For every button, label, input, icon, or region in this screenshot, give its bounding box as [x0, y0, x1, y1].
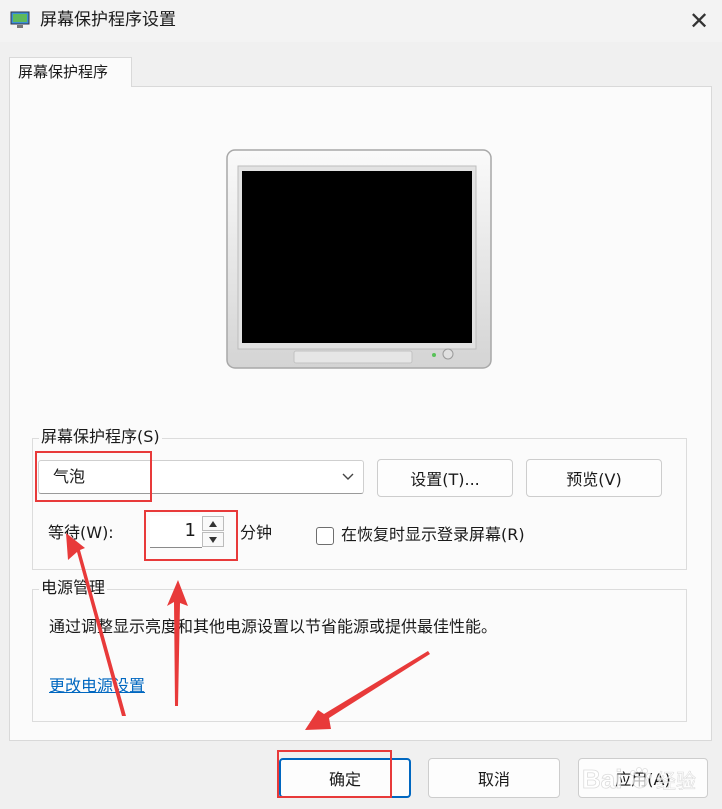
close-icon: ✕: [688, 7, 710, 35]
power-group-label: 电源管理: [39, 578, 108, 598]
stepper-down-button[interactable]: [202, 532, 224, 547]
preview-button[interactable]: 预览(V): [526, 459, 662, 497]
resume-login-checkbox[interactable]: [316, 527, 334, 545]
settings-button[interactable]: 设置(T)...: [377, 459, 513, 497]
stepper-up-button[interactable]: [202, 516, 224, 531]
tab-screensaver[interactable]: 屏幕保护程序: [9, 57, 132, 87]
screensaver-select[interactable]: 气泡: [38, 460, 364, 494]
minutes-unit-label: 分钟: [240, 523, 273, 542]
change-power-settings-link[interactable]: 更改电源设置: [49, 676, 145, 696]
chevron-down-icon: [342, 473, 354, 480]
monitor-preview-icon: [226, 149, 492, 369]
preview-screen: [242, 171, 472, 343]
wait-label: 等待(W):: [48, 523, 114, 542]
ok-button[interactable]: 确定: [279, 758, 411, 798]
power-group: 电源管理: [32, 578, 687, 722]
resume-login-label[interactable]: 在恢复时显示登录屏幕(R): [341, 525, 525, 545]
screensaver-select-value: 气泡: [53, 467, 86, 486]
wait-minutes-value: 1: [184, 520, 196, 541]
screensaver-group-label: 屏幕保护程序(S): [39, 427, 162, 447]
power-description: 通过调整显示亮度和其他电源设置以节省能源或提供最佳性能。: [49, 617, 498, 636]
tab-label: 屏幕保护程序: [18, 63, 109, 81]
apply-button[interactable]: 应用(A): [578, 758, 708, 798]
screensaver-app-icon: [10, 11, 30, 28]
window-title: 屏幕保护程序设置: [40, 10, 176, 30]
cancel-button[interactable]: 取消: [428, 758, 560, 798]
caret-down-icon: [209, 536, 217, 543]
close-button[interactable]: ✕: [676, 0, 722, 42]
caret-up-icon: [209, 520, 217, 527]
screensaver-group: 屏幕保护程序(S): [32, 427, 687, 570]
wait-minutes-input[interactable]: 1: [150, 516, 202, 548]
wait-stepper: [202, 516, 226, 548]
title-bar: 屏幕保护程序设置 ✕: [0, 0, 722, 42]
